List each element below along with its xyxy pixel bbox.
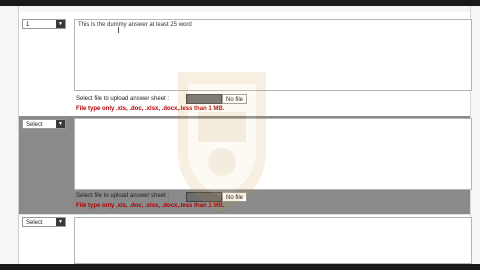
question-select-1[interactable]: 1 ▼ bbox=[22, 19, 66, 29]
select-value: 1 bbox=[26, 22, 30, 28]
chevron-down-icon[interactable]: ▼ bbox=[56, 120, 65, 128]
text-cursor bbox=[118, 27, 119, 33]
answer-text: This is the dummy answer at least 25 wor… bbox=[78, 22, 192, 28]
question-select-2[interactable]: Select ▼ bbox=[22, 119, 66, 129]
upload-label-2: Select file to upload answer sheet : bbox=[76, 193, 170, 199]
bottom-frame-bar bbox=[0, 264, 480, 270]
shield-logo-watermark bbox=[178, 72, 266, 212]
chevron-down-icon[interactable]: ▼ bbox=[56, 20, 65, 28]
upload-label-1: Select file to upload answer sheet : bbox=[76, 96, 170, 102]
question-select-3[interactable]: Select ▼ bbox=[22, 217, 66, 227]
select-value: Select bbox=[26, 122, 43, 128]
select-value: Select bbox=[26, 220, 43, 226]
chevron-down-icon[interactable]: ▼ bbox=[56, 218, 65, 226]
answer-textarea-3[interactable] bbox=[74, 217, 472, 264]
